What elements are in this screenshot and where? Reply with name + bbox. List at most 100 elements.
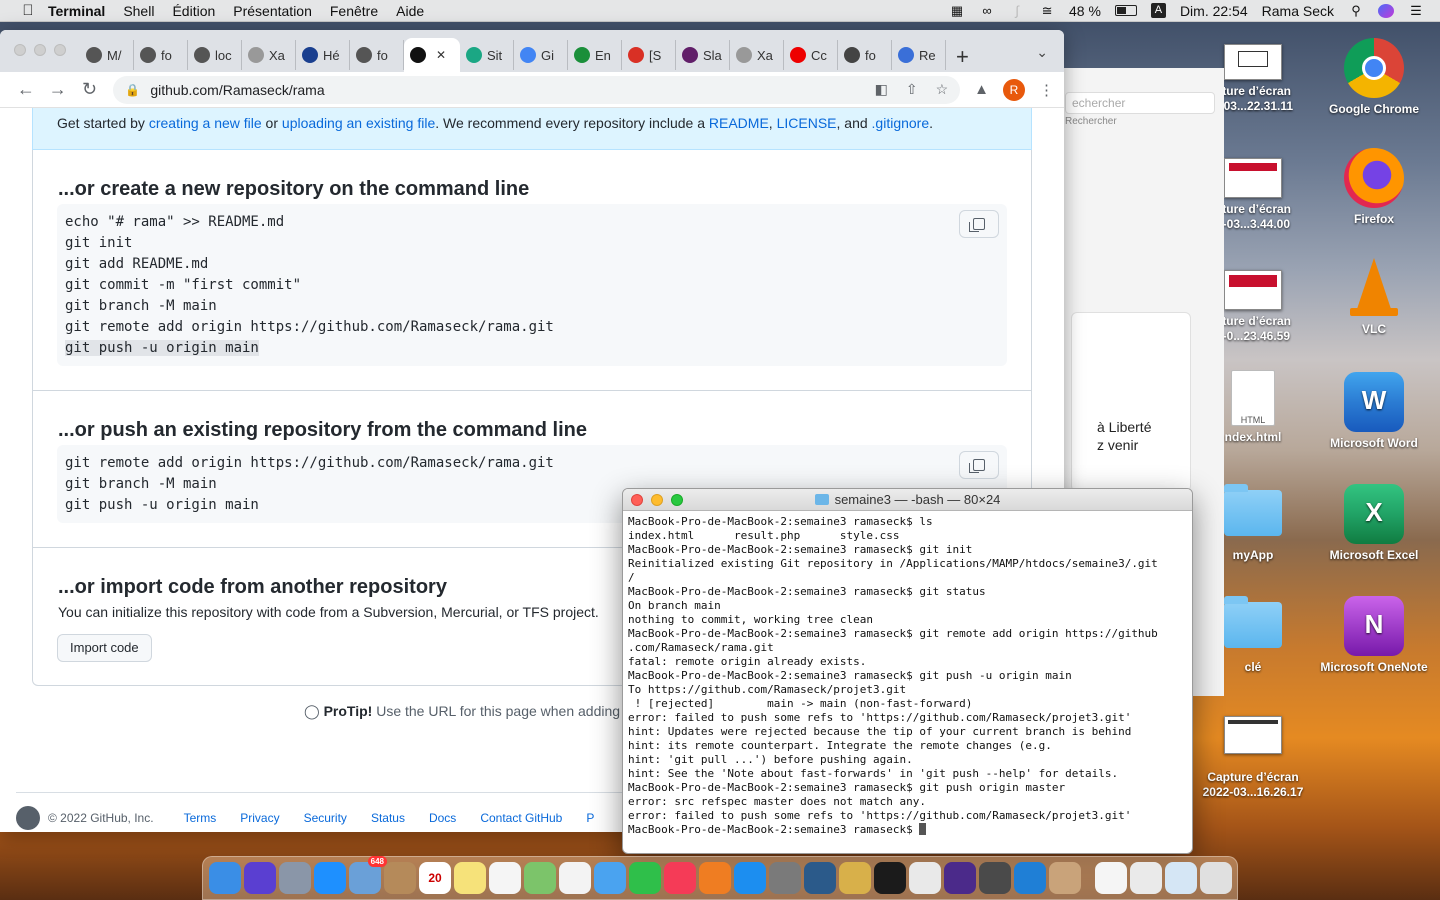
desktop-icon-vlc[interactable]: VLC xyxy=(1319,258,1429,337)
wifi-icon[interactable]: ≅ xyxy=(1039,3,1055,18)
browser-tab[interactable]: fo xyxy=(134,40,188,70)
dock-vscode-icon[interactable] xyxy=(1014,862,1046,894)
dock-html-file-icon[interactable] xyxy=(1095,862,1127,894)
browser-tab[interactable]: Sit xyxy=(460,40,514,70)
dock-launchpad-icon[interactable] xyxy=(279,862,311,894)
tab-search-chevron-icon[interactable]: ⌄ xyxy=(1036,44,1048,61)
desktop-icon-microsoft-onenote[interactable]: N Microsoft OneNote xyxy=(1319,596,1429,675)
terminal-title-bar[interactable]: semaine3 — -bash — 80×24 xyxy=(623,489,1192,511)
menu-presentation[interactable]: Présentation xyxy=(233,3,312,19)
dock-maps-icon[interactable] xyxy=(524,862,556,894)
siri-icon[interactable] xyxy=(1378,3,1394,18)
browser-tab[interactable]: Sla xyxy=(676,40,730,70)
menu-fenetre[interactable]: Fenêtre xyxy=(330,3,378,19)
browser-tab[interactable]: Cc xyxy=(784,40,838,70)
browser-tab[interactable]: fo xyxy=(350,40,404,70)
notification-center-icon[interactable]: ☰ xyxy=(1408,3,1424,18)
dock-calendar-icon[interactable]: 20 xyxy=(419,862,451,894)
menu-edition[interactable]: Édition xyxy=(172,3,215,19)
address-bar[interactable]: 🔒 github.com/Ramaseck/rama ◧ ⇧ ☆ xyxy=(113,75,961,104)
browser-tab[interactable]: loc xyxy=(188,40,242,70)
url-text[interactable]: github.com/Ramaseck/rama xyxy=(150,82,324,98)
footer-link-security[interactable]: Security xyxy=(304,811,347,825)
copy-to-clipboard-button[interactable] xyxy=(959,451,999,479)
dock-messages-bubble-icon[interactable] xyxy=(594,862,626,894)
browser-tab[interactable]: Xa xyxy=(242,40,296,70)
creating-new-file-link[interactable]: creating a new file xyxy=(149,115,262,131)
chrome-menu-icon[interactable]: ⋮ xyxy=(1039,81,1054,99)
menu-aide[interactable]: Aide xyxy=(396,3,424,19)
desktop-icon-screenshot-4[interactable]: Capture d’écran 2022-03...16.26.17 xyxy=(1198,716,1308,800)
apple-menu-icon[interactable]:  xyxy=(20,2,36,19)
dock-imovie-icon[interactable] xyxy=(944,862,976,894)
terminal-minimize-button[interactable] xyxy=(651,494,663,506)
footer-link-contact[interactable]: Contact GitHub xyxy=(480,811,562,825)
reload-icon[interactable]: ↻ xyxy=(74,79,106,100)
extensions-puzzle-icon[interactable]: ▲ xyxy=(974,81,989,98)
dock-siri-icon[interactable] xyxy=(244,862,276,894)
terminal-zoom-button[interactable] xyxy=(671,494,683,506)
dock-cinnamon-bot-icon[interactable] xyxy=(1049,862,1081,894)
translate-icon[interactable]: ◧ xyxy=(875,81,888,98)
background-search-field[interactable]: echercher xyxy=(1065,92,1215,114)
import-code-button[interactable]: Import code xyxy=(57,634,152,662)
browser-tab[interactable]: Re xyxy=(892,40,946,70)
creative-cloud-icon[interactable]: ∞ xyxy=(979,3,995,18)
forward-arrow-icon[interactable]: → xyxy=(42,79,74,100)
footer-link-partial[interactable]: P xyxy=(586,811,594,825)
footer-link-privacy[interactable]: Privacy xyxy=(240,811,279,825)
dock-mail-stamp-icon[interactable]: 648 xyxy=(349,856,387,894)
dock-safari-icon[interactable] xyxy=(314,862,346,894)
dock-photos-icon[interactable] xyxy=(559,862,591,894)
menu-clock[interactable]: Dim. 22:54 xyxy=(1180,3,1248,19)
dock-chrome-icon[interactable] xyxy=(909,862,941,894)
dock-notes-icon[interactable] xyxy=(454,862,486,894)
github-logo-icon[interactable] xyxy=(16,806,40,830)
license-link[interactable]: LICENSE xyxy=(777,115,837,131)
dock-reminders-icon[interactable] xyxy=(489,862,521,894)
new-tab-button[interactable]: + xyxy=(956,42,969,72)
dock-facetime-icon[interactable] xyxy=(629,862,661,894)
bluetooth-icon[interactable]: ∫ xyxy=(1009,3,1025,18)
dock-finder-icon[interactable] xyxy=(209,862,241,894)
terminal-output[interactable]: MacBook-Pro-de-MacBook-2:semaine3 ramase… xyxy=(623,511,1192,841)
tab-active[interactable]: ✕ xyxy=(404,38,460,72)
gitignore-link[interactable]: .gitignore xyxy=(872,115,930,131)
menu-extra-icon[interactable]: ▦ xyxy=(949,3,965,18)
terminal-window[interactable]: semaine3 — -bash — 80×24 MacBook-Pro-de-… xyxy=(622,488,1193,854)
desktop-icon-microsoft-word[interactable]: W Microsoft Word xyxy=(1319,372,1429,451)
dock-mamp-icon[interactable] xyxy=(804,862,836,894)
close-window-button[interactable] xyxy=(14,44,26,56)
dock-contacts-icon[interactable] xyxy=(384,862,416,894)
dock-sketch-pad-icon[interactable] xyxy=(839,862,871,894)
zoom-window-button[interactable] xyxy=(54,44,66,56)
desktop-icon-firefox[interactable]: Firefox xyxy=(1319,148,1429,227)
dock-system-preferences-icon[interactable] xyxy=(769,862,801,894)
desktop-icon-microsoft-excel[interactable]: X Microsoft Excel xyxy=(1319,484,1429,563)
dock-mamp-pro-icon[interactable] xyxy=(979,862,1011,894)
dock-terminal-icon[interactable] xyxy=(874,862,906,894)
dock-app-store-icon[interactable] xyxy=(734,862,766,894)
menu-user[interactable]: Rama Seck xyxy=(1262,3,1334,19)
dock-books-icon[interactable] xyxy=(699,862,731,894)
footer-link-status[interactable]: Status xyxy=(371,811,405,825)
dock-music-icon[interactable] xyxy=(664,862,696,894)
profile-avatar[interactable]: R xyxy=(1003,78,1025,101)
bookmark-star-icon[interactable]: ☆ xyxy=(936,81,949,98)
spotlight-search-icon[interactable]: ⚲ xyxy=(1348,3,1364,18)
minimize-window-button[interactable] xyxy=(34,44,46,56)
menu-app-name[interactable]: Terminal xyxy=(48,3,105,19)
desktop-icon-google-chrome[interactable]: Google Chrome xyxy=(1319,38,1429,117)
browser-tab[interactable]: fo xyxy=(838,40,892,70)
dock-trash-icon[interactable] xyxy=(1200,862,1232,894)
close-tab-icon[interactable]: ✕ xyxy=(436,48,446,62)
new-repo-code-block[interactable]: echo "# rama" >> README.md git init git … xyxy=(57,204,1007,366)
dock-preview-app-icon[interactable] xyxy=(1165,862,1197,894)
menu-shell[interactable]: Shell xyxy=(123,3,154,19)
browser-tab[interactable]: [S xyxy=(622,40,676,70)
dock-preview-doc-icon[interactable] xyxy=(1130,862,1162,894)
browser-tab[interactable]: Gi xyxy=(514,40,568,70)
browser-tab[interactable]: Hé xyxy=(296,40,350,70)
browser-tab[interactable]: Xa xyxy=(730,40,784,70)
battery-icon[interactable] xyxy=(1114,5,1137,16)
